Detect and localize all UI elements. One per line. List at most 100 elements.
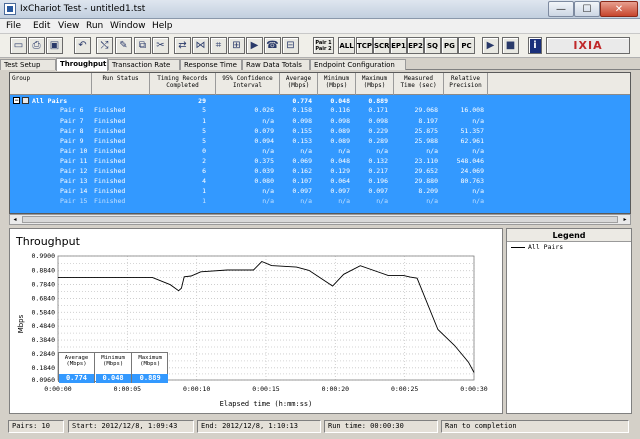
menu-window[interactable]: Window xyxy=(110,21,146,31)
column-header-line1: 95% Confidence xyxy=(222,75,273,82)
cell-prec: 548.046 xyxy=(456,156,484,165)
tab-test-setup[interactable]: Test Setup xyxy=(0,59,56,70)
scroll-right-icon[interactable]: ▸ xyxy=(620,215,630,224)
voip-button[interactable]: ☎ xyxy=(264,37,281,54)
pair-group-icon: ⊟ xyxy=(286,40,295,51)
table-row[interactable]: Pair 13 Finished 4 0.080 0.107 0.064 0.196 29.8… xyxy=(10,177,630,186)
net-icon: ⌗ xyxy=(215,40,222,51)
menu-file[interactable]: File xyxy=(6,21,21,31)
collapse-icon[interactable]: − xyxy=(13,97,20,104)
edit-pair-button[interactable]: ✎ xyxy=(115,37,132,54)
save-button[interactable]: ▣ xyxy=(46,37,63,54)
scroll-left-icon[interactable]: ◂ xyxy=(10,215,20,224)
column-header-line2: Completed xyxy=(166,82,199,89)
legend-entry: All Pairs xyxy=(511,243,563,251)
print-button[interactable]: ⎙ xyxy=(28,37,45,54)
cell-time: 25.988 xyxy=(414,136,438,145)
cell-max: 0.196 xyxy=(368,177,388,186)
chart-title: Throughput xyxy=(16,235,80,248)
column-header[interactable]: Relative Precision xyxy=(444,73,488,95)
video-button[interactable]: ▶ xyxy=(246,37,263,54)
results-grid[interactable]: Group Run Status Timing Records Completed 95… xyxy=(9,72,631,214)
cell-status: Finished xyxy=(94,197,126,206)
column-header[interactable]: Minimum (Mbps) xyxy=(318,73,356,95)
minimize-button[interactable]: — xyxy=(548,1,574,17)
column-header[interactable]: 95% Confidence Interval xyxy=(216,73,280,95)
filter-ep2-button[interactable]: EP2 xyxy=(407,37,424,54)
stop-button[interactable]: ■ xyxy=(502,37,519,54)
grid-horizontal-scrollbar[interactable]: ◂ ▸ xyxy=(9,214,631,225)
filter-ep2-label: EP2 xyxy=(408,42,423,50)
menu-view[interactable]: View xyxy=(58,21,79,31)
menu-edit[interactable]: Edit xyxy=(33,21,50,31)
cell-time: 29.068 xyxy=(414,106,438,115)
new-button[interactable]: ▭ xyxy=(10,37,27,54)
column-header[interactable]: Run Status xyxy=(92,73,150,95)
copy-pair-button[interactable]: ⧉ xyxy=(134,37,151,54)
menu-run[interactable]: Run xyxy=(86,21,103,31)
add-pair-button[interactable]: ⤭ xyxy=(96,37,113,54)
cell-group: Pair 14 xyxy=(60,187,88,196)
filter-pg-button[interactable]: PG xyxy=(441,37,458,54)
table-row[interactable]: Pair 11 Finished 2 0.375 0.069 0.048 0.132 23.1… xyxy=(10,156,630,165)
scroll-thumb[interactable] xyxy=(22,216,618,223)
tab-raw-data-totals[interactable]: Raw Data Totals xyxy=(242,59,310,70)
undo-icon: ↶ xyxy=(78,40,87,51)
table-row[interactable]: Pair 7 Finished 1 n/a 0.098 0.098 0.098 8.197 n/… xyxy=(10,116,630,125)
table-row[interactable]: Pair 10 Finished 0 n/a n/a n/a n/a n/a n/a xyxy=(10,146,630,155)
run-button[interactable]: ▶ xyxy=(482,37,499,54)
close-button[interactable]: ✕ xyxy=(600,1,638,17)
cell-status: Finished xyxy=(94,116,126,125)
app-icon xyxy=(4,3,16,15)
filter-ep1-button[interactable]: EP1 xyxy=(390,37,407,54)
net-button[interactable]: ⌗ xyxy=(210,37,227,54)
column-header[interactable]: Group xyxy=(10,73,92,95)
pair-run-button[interactable]: ⇄ xyxy=(174,37,191,54)
x-tick-label: 0:00:05 xyxy=(114,385,141,393)
grid-header: Group Run Status Timing Records Completed 95… xyxy=(10,73,630,95)
table-row[interactable]: Pair 14 Finished 1 n/a 0.097 0.097 0.097 8.209 n… xyxy=(10,187,630,196)
table-row[interactable]: Pair 8 Finished 5 0.079 0.155 0.089 0.229 25.87… xyxy=(10,127,630,135)
table-row[interactable]: Pair 15 Finished 1 n/a n/a n/a n/a n/a n/a xyxy=(10,197,630,206)
tab-response-time[interactable]: Response Time xyxy=(180,59,242,70)
maximize-button[interactable]: ☐ xyxy=(574,1,600,17)
filter-tcp-button[interactable]: TCP xyxy=(356,37,373,54)
multicast-button[interactable]: ⋈ xyxy=(192,37,209,54)
filter-all-label: ALL xyxy=(339,42,354,50)
info-button[interactable]: i xyxy=(528,37,542,54)
column-header[interactable]: Timing Records Completed xyxy=(150,73,216,95)
column-header-line2: (Mbps) xyxy=(325,82,348,89)
cell-ci: n/a xyxy=(262,146,274,155)
y-tick-label: 0.5840 xyxy=(32,308,56,316)
filter-sq-button[interactable]: SQ xyxy=(424,37,441,54)
tab-throughput[interactable]: Throughput xyxy=(56,58,108,71)
table-row[interactable]: Pair 12 Finished 6 0.039 0.162 0.129 0.217 29.6… xyxy=(10,167,630,175)
status-bar: Pairs: 10 Start: 2012/12/8, 1:09:43 End:… xyxy=(0,415,640,439)
filter-scr-button[interactable]: SCR xyxy=(373,37,390,54)
pair-group-button[interactable]: ⊟ xyxy=(282,37,299,54)
cell-minimum: 0.048 xyxy=(330,97,350,105)
cell-time: 29.880 xyxy=(414,177,438,186)
ixia-logo-text: IXIA xyxy=(573,39,603,52)
group-row-all-pairs[interactable]: − All Pairs 29 0.774 0.048 0.889 xyxy=(10,97,630,105)
column-header[interactable]: Measured Time (sec) xyxy=(394,73,444,95)
delete-pair-button[interactable]: ✂ xyxy=(152,37,169,54)
pair-toggle-button[interactable]: Pair 1 Pair 2 xyxy=(313,37,334,54)
edit-pair-icon: ✎ xyxy=(119,40,128,51)
table-row[interactable]: Pair 9 Finished 5 0.094 0.153 0.089 0.289 25.98… xyxy=(10,136,630,145)
column-header[interactable]: Maximum (Mbps) xyxy=(356,73,394,95)
tab-transaction-rate[interactable]: Transaction Rate xyxy=(108,59,180,70)
cell-min: n/a xyxy=(338,197,350,206)
filter-all-button[interactable]: ALL xyxy=(338,37,355,54)
cell-max: n/a xyxy=(376,197,388,206)
group-button[interactable]: ⊞ xyxy=(228,37,245,54)
voip-icon: ☎ xyxy=(266,40,279,51)
status-start: Start: 2012/12/8, 1:09:43 xyxy=(68,420,194,433)
menu-help[interactable]: Help xyxy=(152,21,173,31)
table-row[interactable]: Pair 6 Finished 5 0.026 0.158 0.116 0.171 29.06… xyxy=(10,106,630,115)
filter-pc-button[interactable]: PC xyxy=(458,37,475,54)
undo-button[interactable]: ↶ xyxy=(74,37,91,54)
column-header[interactable]: Average (Mbps) xyxy=(280,73,318,95)
column-header-line2: Precision xyxy=(449,82,482,89)
tab-endpoint-configuration[interactable]: Endpoint Configuration xyxy=(310,59,406,70)
